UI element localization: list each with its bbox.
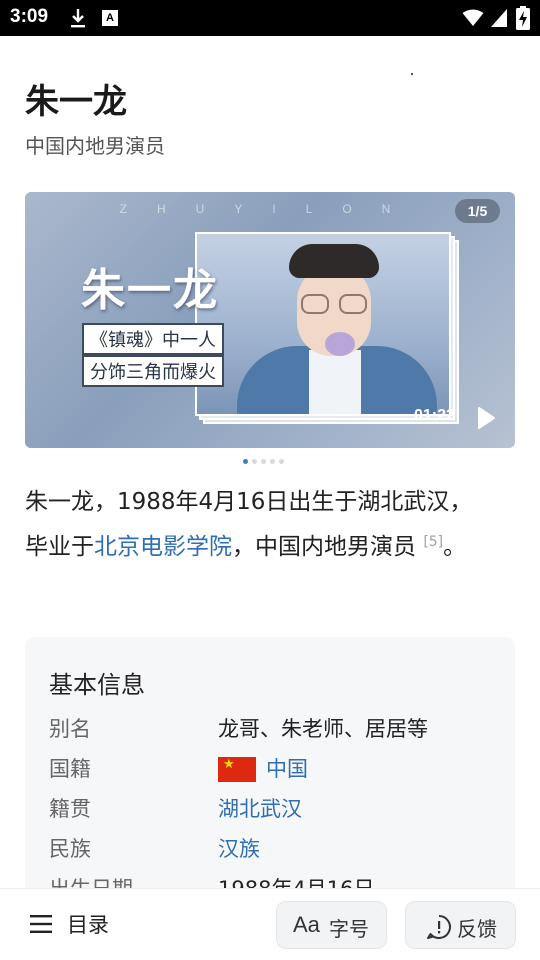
- status-bar: 3:09 A: [0, 0, 540, 36]
- info-value-link[interactable]: 中国: [266, 753, 308, 783]
- wifi-icon: [462, 9, 484, 26]
- flag-star-icon: ★: [223, 757, 235, 772]
- carousel-dot[interactable]: [252, 459, 257, 464]
- portrait-shirt: [309, 350, 361, 414]
- carousel-dot[interactable]: [261, 459, 266, 464]
- media-overlay-tag: 分饰三角而爆火: [82, 355, 224, 387]
- battery-charging-icon: [516, 6, 530, 30]
- download-icon: [71, 9, 85, 28]
- carousel-dot[interactable]: [279, 459, 284, 464]
- info-row-ethnicity: 民族 汉族: [49, 833, 489, 863]
- media-counter: 1/5: [455, 199, 500, 223]
- info-row-alias: 别名 龙哥、朱老师、居居等: [49, 713, 489, 743]
- info-value-link[interactable]: 汉族: [218, 833, 260, 863]
- feedback-button[interactable]: 反馈: [405, 901, 516, 949]
- carousel-dot[interactable]: [270, 459, 275, 464]
- media-overlay-name: 朱一龙: [81, 265, 219, 316]
- info-key: 国籍: [49, 757, 91, 781]
- carousel-dots: [243, 459, 288, 465]
- video-duration: 01:22: [414, 407, 455, 424]
- media-overlay-tag: 《镇魂》中一人: [82, 323, 224, 355]
- media-carousel[interactable]: ZHUYILON 朱一龙 《镇魂》中一人 分饰三角而爆火 1/5 01:22: [25, 192, 515, 448]
- info-key: 别名: [49, 717, 91, 741]
- china-flag-icon: ★: [218, 757, 256, 782]
- status-time: 3:09: [10, 6, 49, 27]
- toc-label: 目录: [67, 913, 109, 937]
- summary-text: 。: [443, 534, 467, 560]
- speck: [411, 73, 413, 75]
- media-background-letters: ZHUYILON: [119, 202, 421, 216]
- a-badge-icon: A: [102, 10, 118, 26]
- summary-link-beijing-film-academy[interactable]: 北京电影学院: [94, 534, 232, 560]
- font-size-label: 字号: [329, 917, 369, 941]
- page-subtitle: 中国内地男演员: [25, 134, 165, 158]
- glasses-icon: [339, 294, 367, 314]
- info-value: 龙哥、朱老师、居居等: [218, 717, 428, 741]
- info-key: 民族: [49, 837, 91, 861]
- play-icon[interactable]: [477, 407, 495, 429]
- info-row-native-place: 籍贯 湖北武汉: [49, 793, 489, 823]
- cellular-icon: [491, 9, 507, 27]
- font-size-button[interactable]: Aa 字号: [276, 901, 387, 949]
- summary-text: ，中国内地男演员: [232, 534, 416, 560]
- info-card-title: 基本信息: [49, 671, 145, 699]
- feedback-icon: [427, 915, 451, 939]
- font-size-icon: Aa: [293, 912, 320, 937]
- menu-icon: [30, 915, 52, 933]
- info-row-nationality: 国籍 ★ 中国: [49, 753, 489, 783]
- article-summary: 朱一龙，1988年4月16日出生于湖北武汉，毕业于北京电影学院，中国内地男演员 …: [25, 482, 495, 567]
- video-thumbnail[interactable]: [195, 232, 451, 416]
- info-key: 籍贯: [49, 797, 91, 821]
- info-value-link[interactable]: 湖北武汉: [218, 793, 302, 823]
- carousel-dot[interactable]: [243, 459, 248, 464]
- portrait-hair: [289, 244, 379, 278]
- page-title: 朱一龙: [25, 82, 127, 122]
- reference-link[interactable]: [5]: [423, 534, 443, 550]
- glasses-icon: [301, 294, 329, 314]
- feedback-label: 反馈: [457, 917, 497, 941]
- flower-icon: [325, 332, 355, 356]
- bottom-toolbar: 目录 Aa 字号 反馈: [0, 888, 540, 960]
